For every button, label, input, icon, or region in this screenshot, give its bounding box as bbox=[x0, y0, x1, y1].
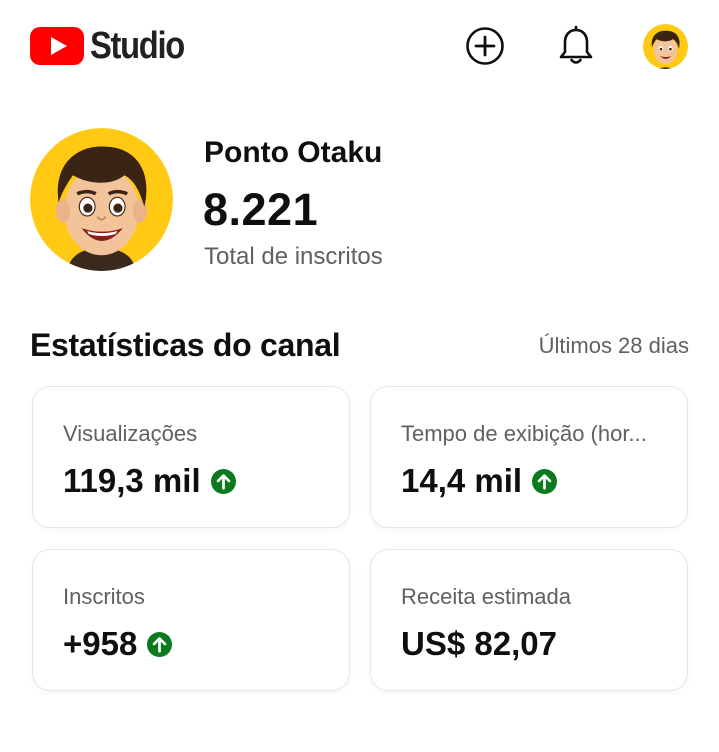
stat-label: Inscritos bbox=[63, 584, 145, 609]
logo-text: Studio bbox=[90, 25, 185, 67]
stat-card-subscribers[interactable]: Inscritos +958 bbox=[32, 549, 350, 691]
subscriber-count: 8.221 bbox=[203, 184, 319, 235]
studio-dashboard: Studio Ponto Otaku 8.221 Total de inscri… bbox=[0, 0, 719, 752]
top-app-bar: Studio bbox=[0, 0, 719, 92]
subscriber-label: Total de inscritos bbox=[204, 243, 383, 270]
trend-up-icon bbox=[532, 468, 558, 494]
stat-label: Receita estimada bbox=[401, 584, 571, 609]
avatar-icon bbox=[643, 24, 688, 69]
channel-avatar-icon bbox=[30, 128, 173, 271]
stat-card-revenue[interactable]: Receita estimada US$ 82,07 bbox=[370, 549, 688, 691]
stat-value-row: 14,4 mil bbox=[401, 459, 558, 503]
create-plus-icon bbox=[466, 27, 504, 65]
channel-avatar[interactable] bbox=[30, 128, 173, 271]
stat-value: +958 bbox=[63, 625, 138, 662]
studio-logo[interactable]: Studio bbox=[30, 26, 199, 66]
stat-value-row: US$ 82,07 bbox=[401, 622, 557, 666]
stat-value: 119,3 mil bbox=[63, 462, 201, 499]
stat-card-watch-time[interactable]: Tempo de exibição (hor... 14,4 mil bbox=[370, 386, 688, 528]
bell-icon bbox=[559, 25, 593, 64]
channel-name: Ponto Otaku bbox=[204, 136, 383, 169]
period-label: Últimos 28 dias bbox=[538, 333, 689, 358]
stat-value-row: 119,3 mil bbox=[63, 459, 236, 503]
stat-label: Visualizações bbox=[63, 421, 198, 446]
account-avatar[interactable] bbox=[643, 24, 688, 69]
youtube-logo-icon bbox=[30, 27, 84, 65]
trend-up-icon bbox=[147, 631, 173, 657]
stat-card-views[interactable]: Visualizações 119,3 mil bbox=[32, 386, 350, 528]
stat-value: US$ 82,07 bbox=[401, 625, 557, 662]
stat-value-row: +958 bbox=[63, 622, 173, 666]
trend-up-icon bbox=[210, 468, 236, 494]
stat-label: Tempo de exibição (hor... bbox=[401, 421, 647, 446]
notifications-button[interactable] bbox=[554, 24, 598, 68]
section-title: Estatísticas do canal bbox=[30, 327, 341, 363]
stat-value: 14,4 mil bbox=[401, 462, 523, 499]
create-button[interactable] bbox=[463, 24, 507, 68]
